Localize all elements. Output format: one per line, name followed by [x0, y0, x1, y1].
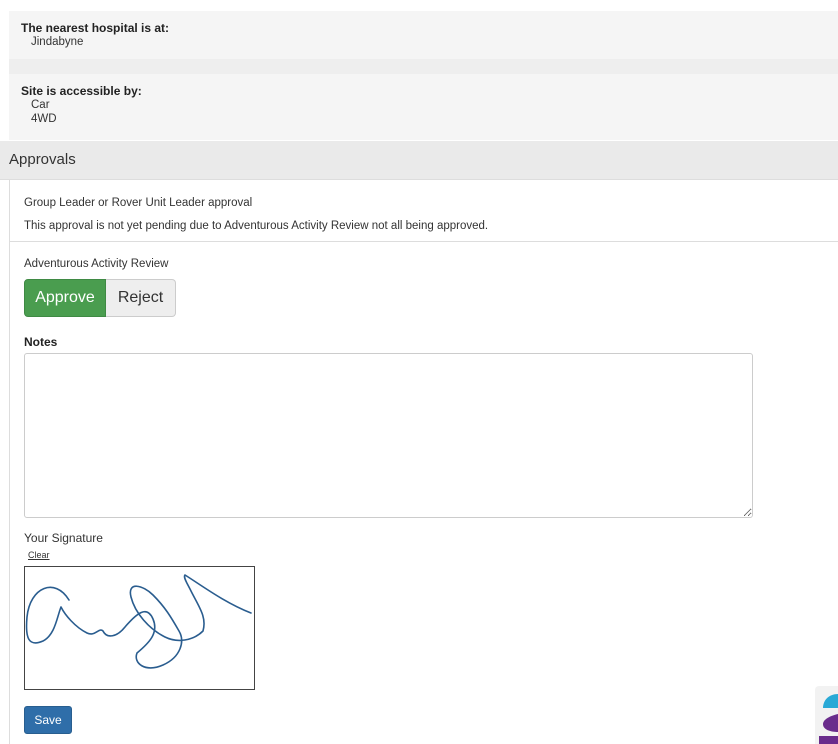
- clear-signature-link[interactable]: Clear: [28, 550, 50, 560]
- signature-drawing: [25, 574, 252, 669]
- approve-button[interactable]: Approve: [24, 279, 106, 317]
- access-label: Site is accessible by:: [21, 84, 142, 98]
- page: The nearest hospital is at: Jindabyne Si…: [0, 0, 838, 744]
- access-value-4wd: 4WD: [31, 113, 57, 125]
- hospital-label: The nearest hospital is at:: [21, 21, 170, 35]
- access-info: Site is accessible by: Car 4WD: [9, 74, 838, 140]
- approval-status: This approval is not yet pending due to …: [24, 220, 489, 232]
- notes-label: Notes: [24, 335, 58, 349]
- approval-name: Group Leader or Rover Unit Leader approv…: [24, 197, 253, 209]
- save-button[interactable]: Save: [24, 706, 72, 734]
- notes-textarea[interactable]: [24, 353, 753, 518]
- signature-stroke: [25, 574, 252, 669]
- approvals-panel: Group Leader or Rover Unit Leader approv…: [9, 180, 838, 744]
- approve-reject-group: Approve Reject: [24, 279, 176, 317]
- divider: [10, 241, 838, 242]
- hospital-info: The nearest hospital is at: Jindabyne: [9, 11, 838, 59]
- signature-label: Your Signature: [24, 531, 103, 545]
- access-value-car: Car: [31, 99, 50, 111]
- review-label: Adventurous Activity Review: [24, 258, 169, 270]
- section-separator: [9, 59, 838, 74]
- help-widget-icon[interactable]: [815, 686, 838, 744]
- signature-pad[interactable]: [24, 566, 255, 690]
- approvals-header: Approvals: [0, 141, 838, 180]
- reject-button[interactable]: Reject: [106, 279, 176, 317]
- hospital-value: Jindabyne: [31, 36, 84, 48]
- approvals-title: Approvals: [9, 151, 76, 168]
- help-widget-graphic: [819, 694, 838, 744]
